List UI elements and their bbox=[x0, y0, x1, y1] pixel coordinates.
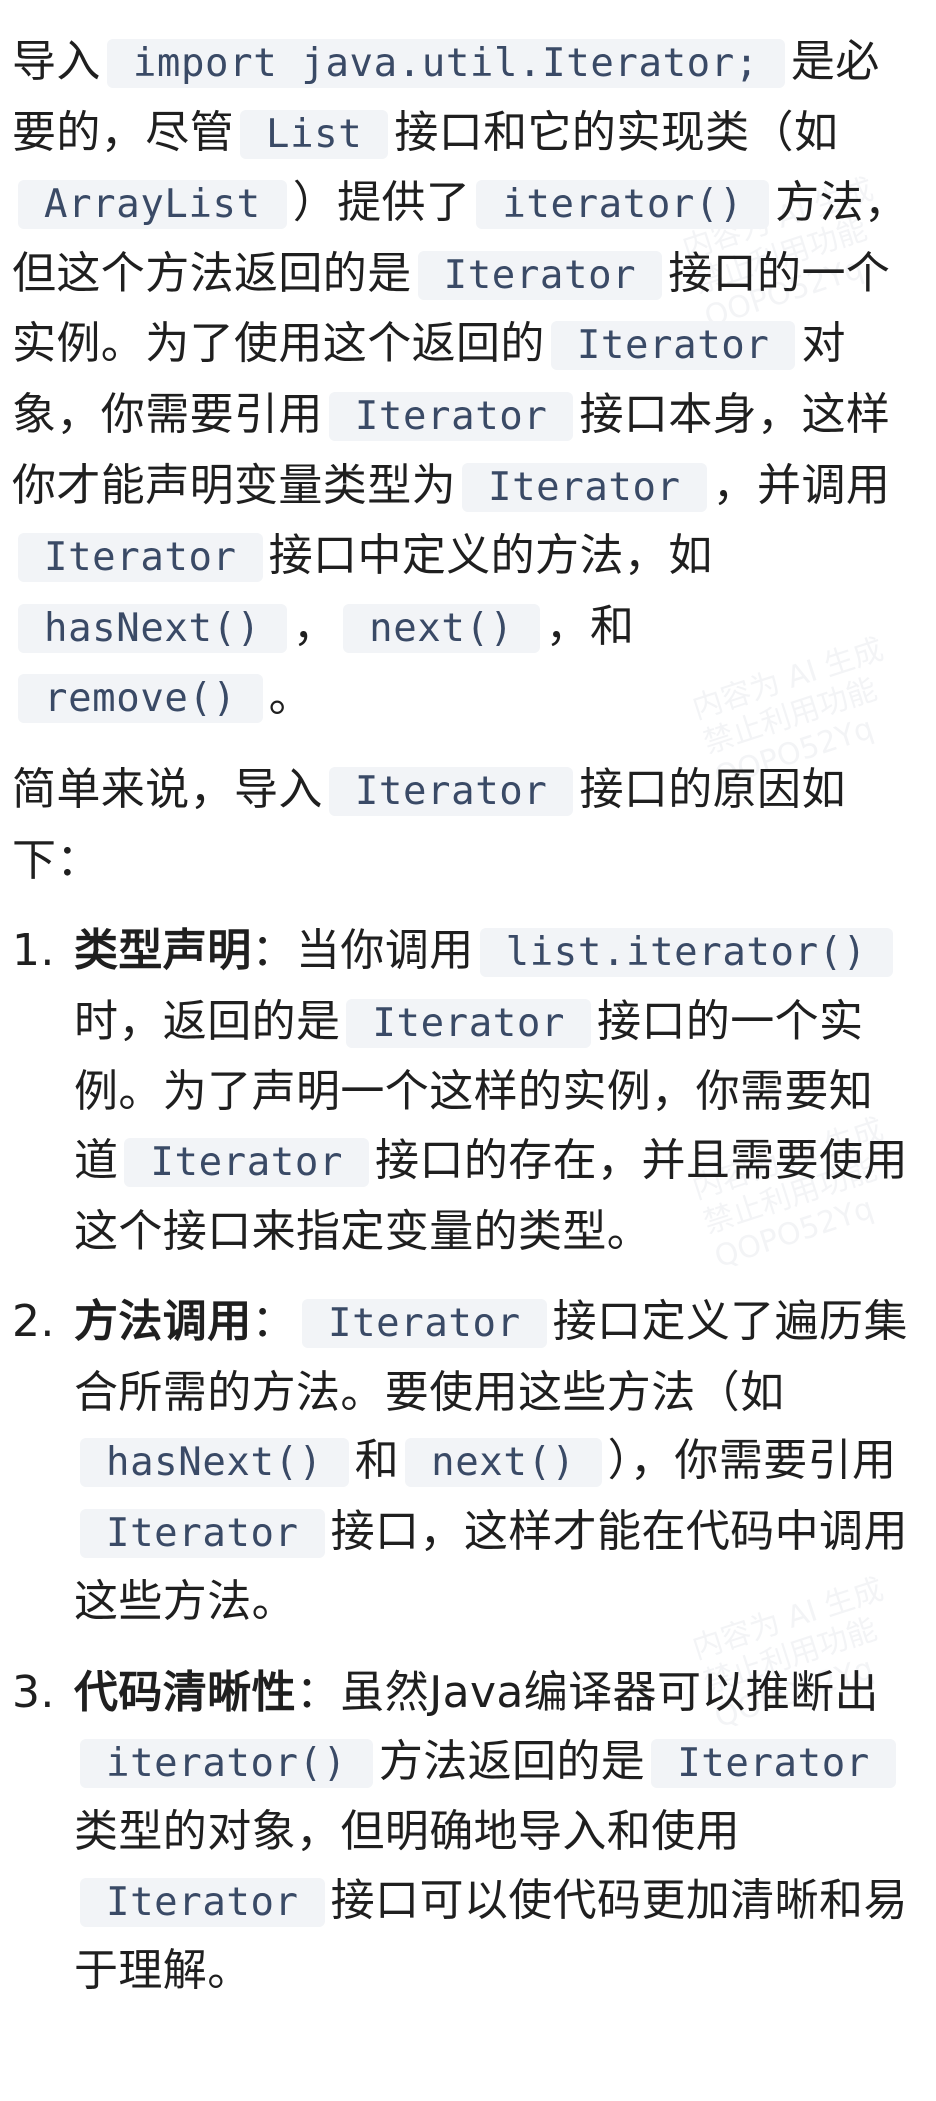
text: ，和 bbox=[545, 600, 635, 652]
text: ，并调用 bbox=[712, 459, 891, 511]
page: 内容为 AI 生成 禁止利用功能 QOPO52Yq 内容为 AI 生成 禁止利用… bbox=[0, 0, 936, 2101]
text: 方法返回的是 bbox=[378, 1735, 646, 1787]
inline-code: next() bbox=[405, 1438, 602, 1488]
inline-code: Iterator bbox=[302, 1299, 547, 1349]
reasons-list: 1. 类型声明：当你调用 list.iterator()时，返回的是 Iterato… bbox=[12, 917, 912, 2006]
inline-code: Iterator bbox=[328, 391, 574, 441]
inline-code: hasNext() bbox=[80, 1438, 349, 1488]
inline-code: Iterator bbox=[18, 533, 263, 583]
list-item: 3. 代码清晰性：虽然Java编译器可以推断出iterator() 方法返回的是 I… bbox=[12, 1659, 912, 2006]
inline-code: remove() bbox=[18, 674, 263, 724]
list-number: 2. bbox=[12, 1296, 55, 1348]
text: ： bbox=[251, 925, 297, 977]
text: ： bbox=[296, 1667, 341, 1719]
text: 和 bbox=[354, 1435, 400, 1487]
inline-code: Iterator bbox=[124, 1137, 370, 1187]
item-title: 代码清晰性 bbox=[74, 1667, 296, 1719]
list-number: 3. bbox=[12, 1667, 55, 1719]
inline-code: list.iterator() bbox=[479, 928, 893, 978]
text: 类型的对象，但明确地导入和使用 bbox=[74, 1806, 740, 1858]
list-number: 1. bbox=[12, 925, 55, 977]
list-item: 1. 类型声明：当你调用 list.iterator()时，返回的是 Iterato… bbox=[12, 917, 912, 1266]
text: ： bbox=[251, 1296, 297, 1348]
inline-code: import java.util.Iterator; bbox=[106, 39, 785, 88]
answer-content: 导入 import java.util.Iterator; 是必要的，尽管 List 接… bbox=[12, 28, 912, 2028]
text: 虽然Java编译器可以推断出 bbox=[340, 1667, 879, 1719]
text: ， bbox=[292, 600, 338, 652]
inline-code: Iterator bbox=[462, 462, 707, 512]
inline-code: ArrayList bbox=[18, 180, 287, 230]
text: ）提供了 bbox=[292, 177, 471, 229]
item-title: 类型声明 bbox=[74, 925, 252, 977]
inline-code: Iterator bbox=[651, 1738, 896, 1788]
text: 接口中定义的方法，如 bbox=[268, 530, 713, 582]
inline-code: Iterator bbox=[80, 1508, 325, 1558]
inline-code: Iterator bbox=[550, 321, 796, 371]
text: 导入 bbox=[12, 36, 101, 87]
inline-code: Iterator bbox=[328, 766, 574, 816]
item-title: 方法调用 bbox=[74, 1296, 252, 1348]
inline-code: Iterator bbox=[80, 1877, 325, 1927]
inline-code: iterator() bbox=[476, 180, 770, 230]
inline-code: Iterator bbox=[346, 998, 592, 1048]
intro-paragraph: 导入 import java.util.Iterator; 是必要的，尽管 List 接… bbox=[12, 28, 912, 734]
inline-code: hasNext() bbox=[18, 603, 287, 653]
list-item: 2. 方法调用： Iterator 接口定义了遍历集合所需的方法。要使用这些方法（如… bbox=[12, 1288, 912, 1637]
inline-code: iterator() bbox=[80, 1738, 373, 1788]
text: ），你需要引用 bbox=[607, 1435, 897, 1487]
summary-paragraph: 简单来说，导入 Iterator 接口的原因如下： bbox=[12, 756, 912, 895]
text: 。 bbox=[268, 671, 314, 723]
text: 接口和它的实现类（如 bbox=[394, 106, 839, 158]
text: 当你调用 bbox=[296, 925, 474, 977]
inline-code: List bbox=[240, 109, 389, 159]
text: 简单来说，导入 bbox=[12, 763, 323, 815]
inline-code: Iterator bbox=[417, 250, 663, 300]
text: 时，返回的是 bbox=[74, 995, 341, 1047]
inline-code: next() bbox=[343, 603, 540, 653]
